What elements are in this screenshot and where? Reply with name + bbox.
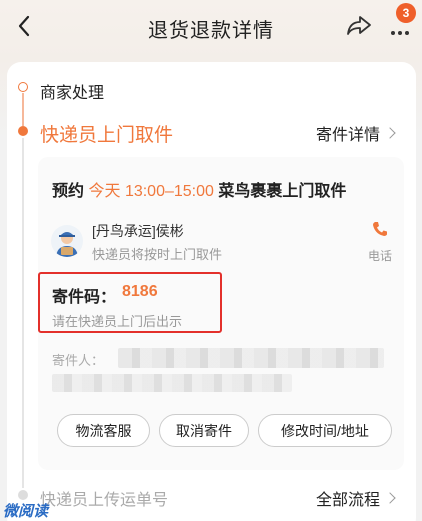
pickup-code-hint: 请在快递员上门后出示	[52, 314, 183, 329]
modify-time-address-button[interactable]: 修改时间/地址	[258, 414, 392, 447]
chevron-right-icon	[384, 127, 396, 139]
step-merchant-processing: 商家处理	[40, 85, 105, 102]
sender-address-redacted	[52, 374, 292, 392]
courier-avatar-icon	[56, 232, 78, 257]
timeline-line	[22, 138, 24, 488]
sender-label: 寄件人：	[52, 353, 105, 368]
cancel-shipment-button[interactable]: 取消寄件	[159, 414, 249, 447]
top-nav-bar: 退货退款详情 3	[0, 0, 422, 54]
courier-avatar	[51, 225, 83, 257]
step-courier-pickup: 快递员上门取件	[40, 125, 174, 146]
phone-label: 电话	[367, 249, 392, 263]
more-dots-icon	[391, 31, 409, 35]
timeline-dot-pending	[18, 490, 28, 500]
pickup-code-value: 8186	[122, 283, 158, 300]
step-upload-waybill: 快递员上传运单号	[40, 492, 169, 509]
timeline-dot-active	[18, 126, 28, 136]
shipping-detail-link[interactable]: 寄件详情	[316, 121, 396, 145]
watermark: 微阅读	[3, 503, 49, 520]
courier-note: 快递员将按时上门取件	[92, 247, 223, 262]
pickup-code-label: 寄件码：	[52, 289, 117, 306]
chevron-right-icon	[384, 492, 396, 504]
courier-name: [丹鸟承运]侯彬	[92, 223, 184, 239]
appointment-day: 今天	[88, 183, 121, 200]
full-process-label: 全部流程	[316, 492, 381, 509]
share-button[interactable]	[345, 13, 375, 41]
phone-icon	[373, 222, 387, 236]
sender-info-redacted	[118, 348, 384, 368]
pickup-appointment: 预约 今天 13:00–15:00 菜鸟裹裹上门取件	[52, 177, 346, 201]
call-courier-button[interactable]: 电话	[366, 220, 394, 264]
logistics-service-button[interactable]: 物流客服	[57, 414, 150, 447]
shipping-detail-label: 寄件详情	[316, 127, 381, 144]
appointment-service: 菜鸟裹裹上门取件	[218, 183, 347, 200]
share-icon	[347, 16, 371, 35]
notification-badge: 3	[396, 3, 416, 23]
appointment-time: 13:00–15:00	[124, 183, 214, 200]
appointment-prefix: 预约	[52, 183, 85, 200]
full-process-link[interactable]: 全部流程	[316, 486, 396, 510]
timeline-line	[22, 93, 24, 126]
timeline-dot	[18, 82, 28, 92]
